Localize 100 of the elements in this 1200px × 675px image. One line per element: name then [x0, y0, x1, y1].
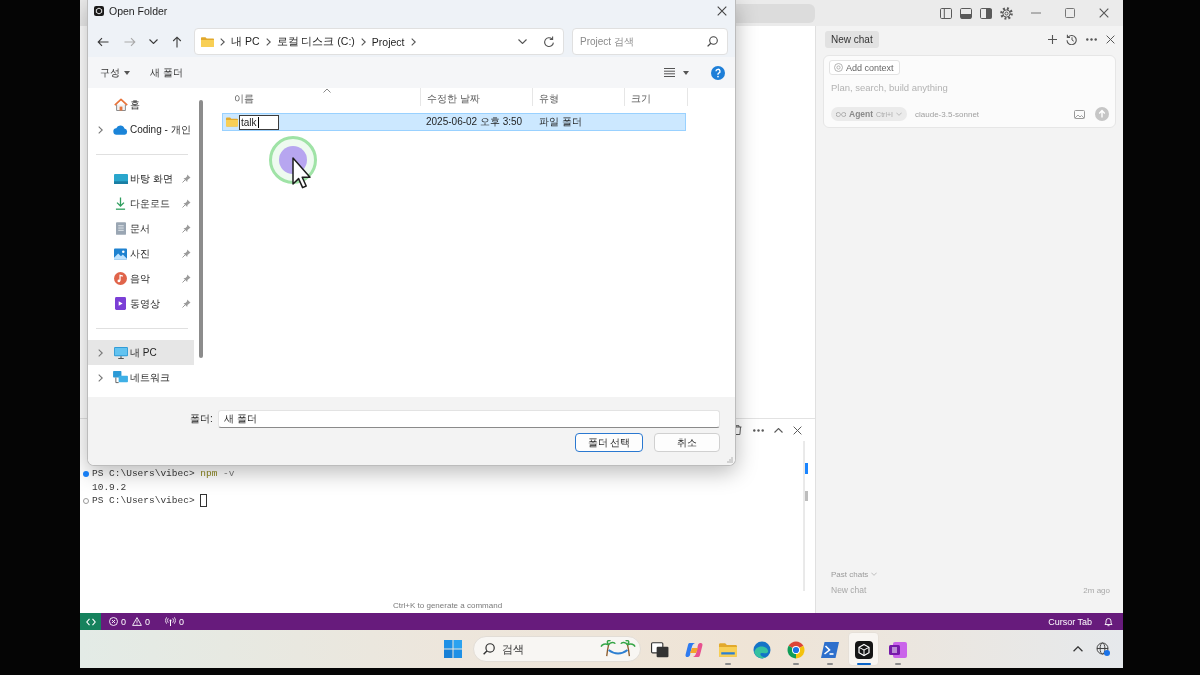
- image-icon[interactable]: [1074, 109, 1085, 119]
- port-count: 0: [179, 616, 185, 627]
- close-icon[interactable]: [1106, 35, 1115, 44]
- remote-button[interactable]: [80, 613, 101, 630]
- sidebar-item[interactable]: 다운로드: [88, 191, 194, 216]
- menu-button[interactable]: 구성: [100, 62, 130, 83]
- infinity-icon: [836, 111, 846, 117]
- note-tile-icon: [888, 641, 907, 659]
- chevron-up-icon[interactable]: [774, 427, 783, 433]
- search-icon: [707, 36, 718, 47]
- refresh-icon[interactable]: [543, 35, 555, 48]
- cloud-icon: [113, 124, 128, 135]
- breadcrumb-item[interactable]: 내 PC: [231, 34, 260, 49]
- scrollbar-thumb[interactable]: [199, 100, 203, 358]
- chevron-right-icon: [360, 37, 366, 46]
- left-panel-layout-icon[interactable]: [940, 7, 952, 19]
- play-tile-icon: [115, 297, 126, 310]
- chevron-right-icon[interactable]: [98, 373, 103, 382]
- column-header[interactable]: 크기: [631, 93, 651, 105]
- folder-icon: [201, 36, 214, 47]
- chat-time: 2m ago: [1083, 585, 1110, 595]
- warning-count: 0: [145, 616, 151, 627]
- search-field[interactable]: Project 검색: [572, 28, 728, 55]
- close-icon[interactable]: [1099, 8, 1109, 18]
- resize-grip-icon[interactable]: [727, 457, 733, 463]
- more-icon[interactable]: [753, 428, 764, 432]
- settings-icon[interactable]: [1000, 6, 1013, 20]
- click-pointer-icon: [268, 135, 318, 189]
- screen-tile-icon: [113, 173, 128, 184]
- close-icon[interactable]: [717, 6, 727, 16]
- palm-trees-icon: [600, 640, 638, 657]
- four-tiles-icon[interactable]: [444, 640, 462, 658]
- add-context-button[interactable]: Add context: [829, 60, 900, 75]
- breadcrumb-item[interactable]: 로컬 디스크 (C:): [276, 34, 355, 49]
- folder-icon: [226, 117, 238, 127]
- sidebar-item[interactable]: 동영상: [88, 291, 194, 316]
- chevron-down-icon[interactable]: [149, 39, 158, 44]
- list-view-icon[interactable]: [664, 68, 675, 77]
- prompt-tile-icon: [820, 641, 839, 659]
- right-panel-layout-icon[interactable]: [980, 7, 992, 19]
- plus-icon[interactable]: [1048, 35, 1057, 44]
- bottom-panel-layout-icon[interactable]: [960, 7, 972, 19]
- chevron-right-icon[interactable]: [98, 125, 103, 134]
- maximize-icon[interactable]: [1065, 8, 1075, 18]
- wave-circle-icon: [752, 641, 771, 659]
- monitor-icon: [113, 346, 128, 359]
- sidebar-item[interactable]: 사진: [88, 241, 194, 266]
- help-icon[interactable]: [711, 65, 725, 80]
- file-row[interactable]: talk 2025-06-02 오후 3:50 파일 폴더: [222, 113, 686, 131]
- chevron-right-icon: [265, 37, 271, 46]
- history-clock-icon[interactable]: [1066, 34, 1077, 45]
- up-arrow-icon[interactable]: [172, 35, 182, 48]
- chevron-down-icon: [871, 572, 878, 576]
- sidebar-item[interactable]: 네트워크: [88, 365, 194, 390]
- taskbar-search-field[interactable]: 검색: [473, 636, 641, 662]
- sidebar-item[interactable]: 바탕 화면: [88, 166, 194, 191]
- overlapping-squares-icon: [650, 641, 669, 659]
- app-logo-icon: [94, 6, 104, 16]
- more-icon[interactable]: [1086, 38, 1097, 41]
- rename-field[interactable]: talk: [239, 114, 279, 130]
- terminal-prompt: PS C:\Users\vibec>: [92, 495, 195, 507]
- cube-logo-icon: [854, 641, 873, 659]
- command-button[interactable]: 새 폴더: [150, 62, 183, 83]
- column-header[interactable]: 이름: [234, 93, 254, 105]
- address-bar[interactable]: 내 PC 로컬 디스크 (C:) Project: [194, 28, 564, 55]
- folder-name-field[interactable]: 새 폴더: [217, 410, 720, 428]
- chevron-down-icon[interactable]: [518, 39, 527, 44]
- sidebar-item[interactable]: 음악: [88, 266, 194, 291]
- concentric-circles-icon: [834, 63, 843, 72]
- chevron-right-icon[interactable]: [98, 348, 103, 357]
- error-icon: [109, 617, 118, 626]
- chevron-right-icon: [220, 37, 225, 46]
- sidebar-item[interactable]: Coding - 개인: [88, 117, 194, 142]
- close-icon[interactable]: [793, 425, 802, 435]
- modified-date: 2025-06-02 오후 3:50: [426, 115, 523, 129]
- taskbar-app-button[interactable]: [848, 632, 879, 666]
- chevron-up-icon[interactable]: [1073, 646, 1083, 652]
- chat-input-field[interactable]: Plan, search, build anything: [831, 80, 1110, 94]
- networked-monitors-icon: [113, 371, 128, 384]
- document-icon: [115, 222, 126, 235]
- cancel-button[interactable]: 취소: [654, 433, 720, 452]
- picture-icon: [114, 247, 127, 260]
- chevron-down-icon: [896, 112, 902, 116]
- bell-icon[interactable]: [1104, 616, 1113, 627]
- column-header[interactable]: 수정한 날짜: [427, 93, 480, 105]
- globe-badge-icon[interactable]: [1096, 642, 1110, 656]
- warning-icon: [132, 617, 142, 626]
- sidebar-item[interactable]: 내 PC: [88, 340, 194, 365]
- ring-logo-icon: [786, 641, 805, 659]
- swirl-logo-icon: [684, 641, 703, 659]
- sidebar-item[interactable]: 홈: [88, 92, 194, 117]
- cursor-tab-status[interactable]: Cursor Tab: [1048, 616, 1092, 627]
- breadcrumb-item[interactable]: Project: [371, 35, 405, 48]
- select-folder-button[interactable]: 폴더 선택: [575, 433, 643, 452]
- back-arrow-icon[interactable]: [97, 36, 109, 47]
- house-icon: [113, 98, 128, 111]
- caret-down-icon[interactable]: [683, 70, 689, 75]
- sidebar-item[interactable]: 문서: [88, 216, 194, 241]
- chat-tab[interactable]: New chat: [825, 31, 879, 48]
- column-header[interactable]: 유형: [539, 93, 559, 105]
